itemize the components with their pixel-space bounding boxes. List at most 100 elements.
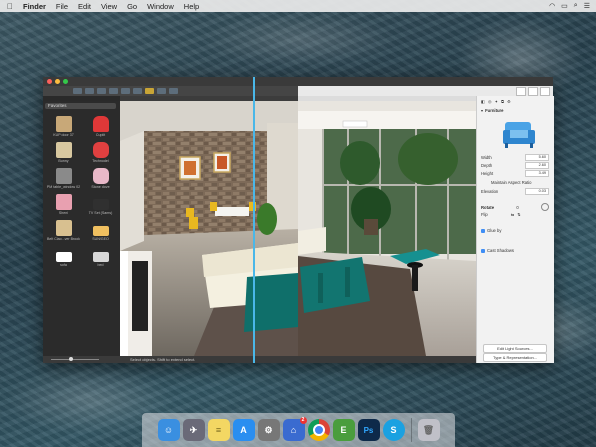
width-row: Width 5.60: [481, 154, 549, 161]
title-bar: [43, 77, 553, 86]
menu-finder[interactable]: Finder: [23, 2, 46, 11]
menu-list-icon[interactable]: ☰: [584, 2, 590, 10]
height-field[interactable]: 3.49: [525, 170, 549, 177]
live-home-3d-icon[interactable]: ⌂ 2: [282, 417, 307, 441]
tool-camera-icon[interactable]: [133, 88, 142, 94]
tv-icon: [92, 199, 109, 210]
finder-icon[interactable]: ☺: [157, 419, 180, 441]
furniture-preview: [501, 116, 537, 150]
library-item[interactable]: Bunny: [45, 138, 82, 164]
toolbar-dark: [43, 86, 298, 96]
view-2d-icon[interactable]: [516, 87, 526, 96]
tool-view-icon[interactable]: [157, 88, 166, 94]
room-render-right: [298, 101, 476, 356]
elevation-field[interactable]: 0.03: [525, 188, 549, 195]
flip-vertical-icon[interactable]: ⇅: [517, 212, 521, 217]
menu-bar:  Finder File Edit View Go Window Help ◠…: [0, 0, 596, 12]
tool-stairs-icon[interactable]: [121, 88, 130, 94]
library-item[interactable]: TV Set (Sams): [82, 190, 119, 216]
height-row: Height 3.49: [481, 170, 549, 177]
3d-view-light[interactable]: [298, 101, 476, 356]
minimize-button[interactable]: [55, 79, 60, 84]
library-item[interactable]: sofa: [45, 242, 82, 268]
flip-horizontal-icon[interactable]: ⇆: [511, 212, 515, 217]
system-preferences-icon[interactable]: ⚙: [257, 419, 280, 441]
photoshop-icon[interactable]: Ps: [357, 419, 380, 441]
depth-field[interactable]: 2.60: [525, 162, 549, 169]
door-icon: [55, 116, 72, 132]
library-item[interactable]: KUP door 37: [45, 112, 82, 138]
menu-help[interactable]: Help: [184, 2, 199, 11]
camera-tab-icon[interactable]: ⧉: [501, 99, 504, 104]
library-item[interactable]: SUN/GEO: [82, 216, 119, 242]
aspect-ratio-checkbox[interactable]: Maintain Aspect Ratio: [491, 180, 532, 185]
settings-tab-icon[interactable]: ⚙: [507, 99, 511, 104]
skype-icon[interactable]: S: [382, 419, 405, 441]
library-item[interactable]: Cuplit: [82, 112, 119, 138]
material-tab-icon[interactable]: ◎: [488, 99, 492, 104]
width-field[interactable]: 5.60: [525, 154, 549, 161]
checkbox-checked-icon: [481, 248, 485, 253]
depth-row: Depth 2.60: [481, 162, 549, 169]
evernote-icon[interactable]: E: [332, 419, 355, 441]
trash-icon[interactable]: 🗑: [417, 419, 440, 441]
flip-row: Flip ⇆ ⇅: [481, 212, 521, 217]
apple-icon[interactable]: : [7, 2, 17, 11]
menu-view[interactable]: View: [101, 2, 117, 11]
chevron-down-icon[interactable]: ▾: [481, 108, 483, 113]
zoom-button[interactable]: [63, 79, 68, 84]
cast-shadows-checkbox[interactable]: Cast Shadows: [481, 248, 514, 253]
menu-file[interactable]: File: [56, 2, 68, 11]
close-button[interactable]: [47, 79, 52, 84]
cabinet-icon: [55, 220, 72, 236]
furniture-tab-icon[interactable]: ◧: [481, 99, 485, 104]
library-grid: KUP door 37 Cuplit Bunny Technodel PM ta…: [43, 110, 120, 270]
glue-checkbox[interactable]: Glue by: [481, 228, 501, 233]
tool-select-icon[interactable]: [73, 88, 82, 94]
menu-edit[interactable]: Edit: [78, 2, 91, 11]
wifi-icon[interactable]: ◠: [549, 2, 555, 10]
section-title: Furniture: [485, 108, 504, 113]
type-representation-button[interactable]: Type & Representation...: [483, 353, 547, 362]
status-bar: Select objects. Shift to extend select.: [120, 356, 476, 363]
dock-separator: [410, 418, 412, 442]
3d-view-dark[interactable]: [120, 101, 298, 356]
battery-icon[interactable]: ▭: [561, 2, 568, 10]
sofa-icon: [55, 142, 72, 158]
tool-door-icon[interactable]: [109, 88, 118, 94]
light-tab-icon[interactable]: ✦: [495, 99, 499, 104]
search-icon[interactable]: ⌕: [574, 2, 578, 10]
view-3d-icon[interactable]: [528, 87, 538, 96]
section-header: ▾ Furniture: [481, 108, 504, 113]
library-item[interactable]: Technodel: [82, 138, 119, 164]
inspector-toggle-icon[interactable]: [540, 87, 550, 96]
chair-icon: [92, 142, 109, 158]
rotate-dial-icon[interactable]: [541, 203, 549, 211]
menu-window[interactable]: Window: [147, 2, 174, 11]
rotate-value[interactable]: 0: [516, 205, 518, 210]
app-window: Favorites KUP door 37 Cuplit Bunny Techn…: [43, 77, 554, 363]
library-item[interactable]: PM table_window 02: [45, 164, 82, 190]
library-item[interactable]: Sheni: [45, 190, 82, 216]
menu-go[interactable]: Go: [127, 2, 137, 11]
tool-wall-icon[interactable]: [85, 88, 94, 94]
library-item[interactable]: Stone dove: [82, 164, 119, 190]
edit-light-sources-button[interactable]: Edit Light Sources...: [483, 344, 547, 353]
library-item[interactable]: bed: [82, 242, 119, 268]
tool-3d-icon[interactable]: [169, 88, 178, 94]
armchair-icon: [92, 168, 109, 184]
split-divider[interactable]: [253, 77, 255, 363]
dock: ☺ ✈ ≡ A ⚙ ⌂ 2 E Ps S 🗑: [142, 413, 455, 447]
library-item[interactable]: Belt Ciao...ver Brook: [45, 216, 82, 242]
launchpad-icon[interactable]: ✈: [182, 419, 205, 441]
tool-light-icon[interactable]: [145, 88, 154, 94]
notes-icon[interactable]: ≡: [207, 419, 230, 441]
library-category-select[interactable]: Favorites: [45, 102, 116, 109]
library-zoom-slider[interactable]: [43, 356, 120, 363]
chrome-icon[interactable]: [307, 419, 330, 441]
checkbox-checked-icon: [481, 228, 485, 233]
rotate-row: Rotate 0: [481, 203, 549, 211]
tool-room-icon[interactable]: [97, 88, 106, 94]
room-render-left: [120, 101, 298, 356]
app-store-icon[interactable]: A: [232, 419, 255, 441]
